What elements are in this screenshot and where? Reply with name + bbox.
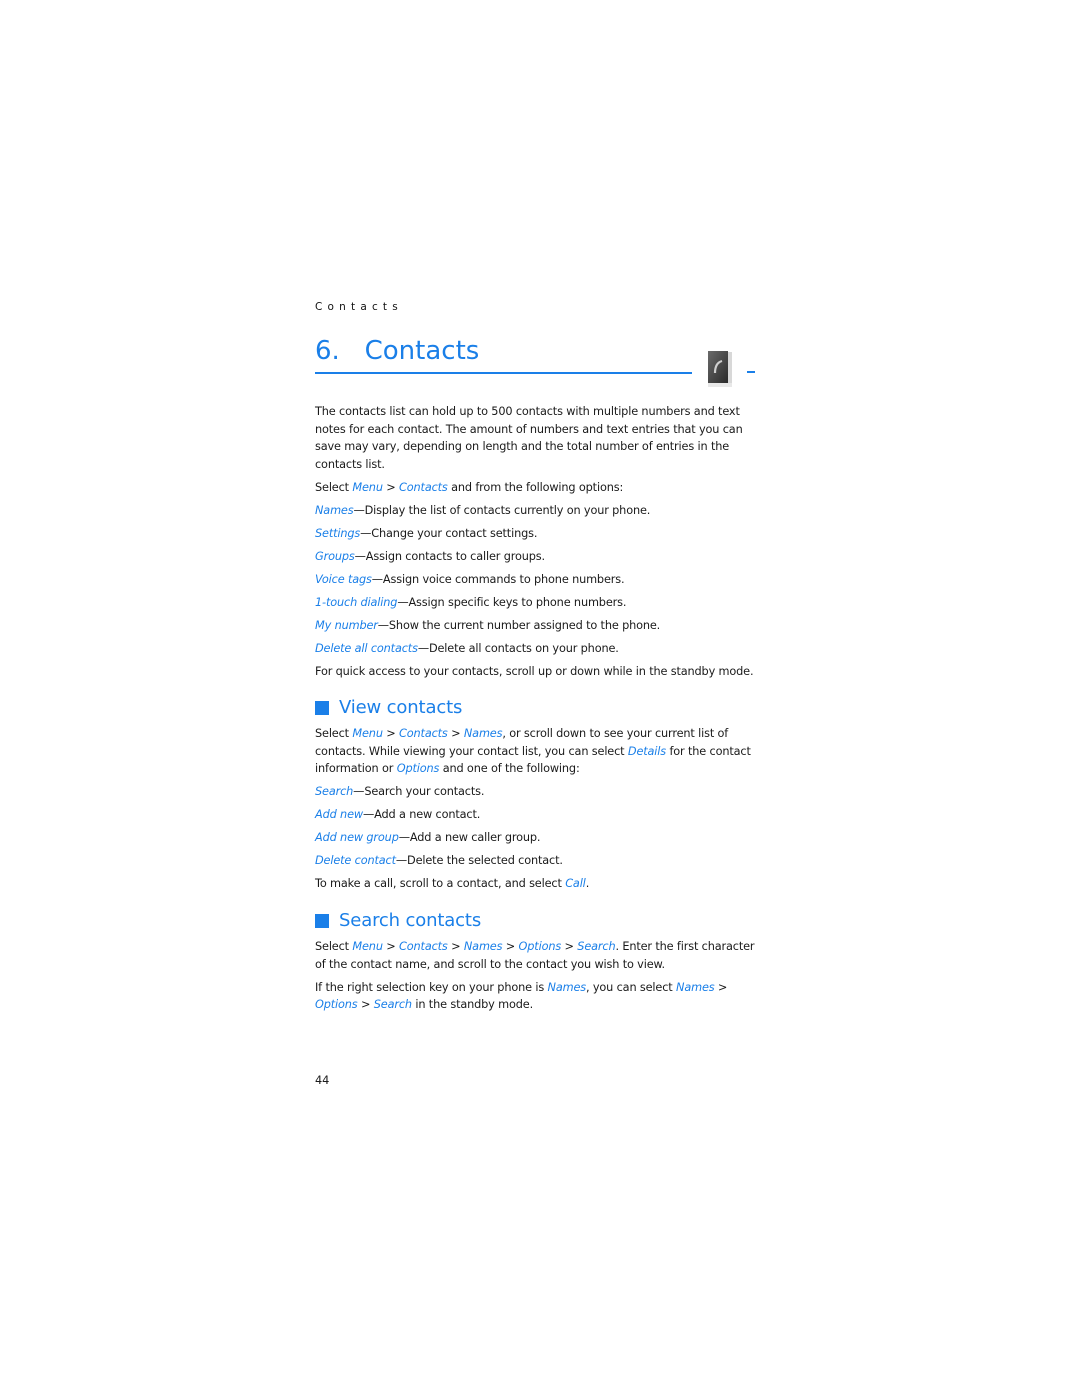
option-term[interactable]: Delete all contacts: [315, 642, 418, 655]
contacts-link[interactable]: Contacts: [399, 481, 448, 494]
option-groups: Groups—Assign contacts to caller groups.: [315, 549, 545, 563]
view-contacts-paragraph: Select Menu > Contacts > Names, or scrol…: [315, 727, 751, 776]
options-link[interactable]: Options: [315, 998, 358, 1011]
menu-link[interactable]: Menu: [352, 481, 383, 494]
option-term[interactable]: Settings: [315, 527, 360, 540]
chapter-number: 6.: [315, 336, 340, 366]
intro-paragraph: The contacts list can hold up to 500 con…: [315, 405, 743, 471]
option-term[interactable]: Names: [315, 504, 354, 517]
chapter-underline: [315, 372, 692, 374]
option-term[interactable]: Add new group: [315, 831, 399, 844]
option-term[interactable]: Add new: [315, 808, 363, 821]
options-link[interactable]: Options: [397, 762, 440, 775]
menu-link[interactable]: Menu: [352, 940, 383, 953]
option-search: Search—Search your contacts.: [315, 785, 485, 799]
option-term[interactable]: Delete contact: [315, 854, 396, 867]
running-head: Contacts: [315, 301, 403, 313]
option-voice-tags: Voice tags—Assign voice commands to phon…: [315, 572, 625, 586]
names-link[interactable]: Names: [548, 981, 587, 994]
chapter-dash: [747, 371, 755, 373]
option-term[interactable]: My number: [315, 619, 378, 632]
option-add-new: Add new—Add a new contact.: [315, 808, 481, 822]
option-names: Names—Display the list of contacts curre…: [315, 503, 651, 517]
select-menu-line: Select Menu > Contacts and from the foll…: [315, 480, 624, 494]
call-line: To make a call, scroll to a contact, and…: [315, 877, 590, 891]
chapter-name: Contacts: [364, 336, 480, 366]
view-contacts-heading: View contacts: [315, 697, 755, 719]
details-link[interactable]: Details: [628, 745, 666, 758]
option-settings: Settings—Change your contact settings.: [315, 526, 538, 540]
option-delete-contact: Delete contact—Delete the selected conta…: [315, 854, 563, 868]
page-number: 44: [315, 1074, 330, 1087]
search-link[interactable]: Search: [374, 998, 412, 1011]
names-link[interactable]: Names: [464, 727, 503, 740]
contacts-book-icon: [708, 351, 732, 387]
section-square-icon: [315, 913, 329, 928]
menu-link[interactable]: Menu: [352, 727, 383, 740]
search-link[interactable]: Search: [577, 940, 615, 953]
body-text: The contacts list can hold up to 500 con…: [315, 403, 755, 1019]
names-link[interactable]: Names: [676, 981, 715, 994]
quick-access-paragraph: For quick access to your contacts, scrol…: [315, 664, 754, 678]
option-1-touch-dialing: 1-touch dialing—Assign specific keys to …: [315, 595, 627, 609]
search-contacts-paragraph-1: Select Menu > Contacts > Names > Options…: [315, 939, 755, 971]
search-contacts-paragraph-2: If the right selection key on your phone…: [315, 980, 728, 1012]
option-my-number: My number—Show the current number assign…: [315, 618, 661, 632]
options-link[interactable]: Options: [519, 940, 562, 953]
search-contacts-heading: Search contacts: [315, 910, 755, 932]
chapter-title: 6. Contacts: [315, 336, 479, 366]
contacts-link[interactable]: Contacts: [399, 940, 448, 953]
names-link[interactable]: Names: [464, 940, 503, 953]
option-term[interactable]: 1-touch dialing: [315, 596, 397, 609]
option-delete-all: Delete all contacts—Delete all contacts …: [315, 641, 619, 655]
chapter-header: 6. Contacts: [315, 336, 755, 392]
option-add-new-group: Add new group—Add a new caller group.: [315, 831, 541, 845]
option-term[interactable]: Search: [315, 785, 353, 798]
option-term[interactable]: Groups: [315, 550, 355, 563]
option-term[interactable]: Voice tags: [315, 573, 372, 586]
contacts-link[interactable]: Contacts: [399, 727, 448, 740]
call-link[interactable]: Call: [565, 877, 586, 890]
section-square-icon: [315, 701, 329, 716]
